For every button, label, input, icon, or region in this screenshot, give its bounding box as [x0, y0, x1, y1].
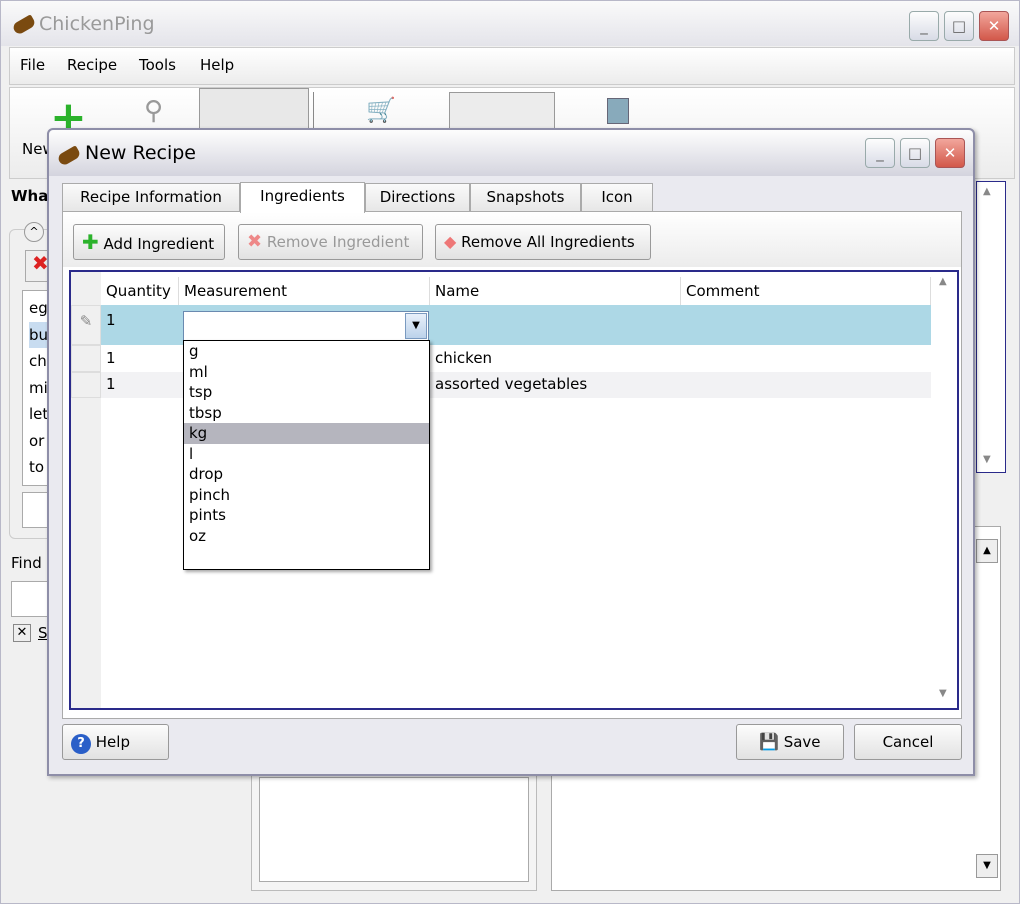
checkbox[interactable]: ✕: [13, 624, 31, 642]
main-title-bar: ChickenPing _ □ ✕: [1, 1, 1019, 46]
ingredients-toolbar: ✚ Add Ingredient ✖ Remove Ingredient ◆ R…: [63, 212, 961, 267]
tab-snapshots[interactable]: Snapshots: [470, 183, 581, 212]
option-pinch[interactable]: pinch: [184, 485, 429, 506]
option-g[interactable]: g: [184, 341, 429, 362]
ingredients-grid[interactable]: Quantity Measurement Name Comment ✎ 1 ▼ …: [69, 270, 959, 710]
toolbar-separator: [313, 92, 314, 132]
find-label: Find: [11, 554, 42, 572]
ingredients-tab-panel: ✚ Add Ingredient ✖ Remove Ingredient ◆ R…: [62, 211, 962, 719]
add-ingredient-label: Add Ingredient: [103, 235, 215, 253]
fridge-button[interactable]: [199, 88, 309, 133]
scroll-down-icon[interactable]: ▼: [939, 688, 947, 699]
menu-bar: File Recipe Tools Help: [9, 47, 1015, 85]
tab-recipe-information[interactable]: Recipe Information: [62, 183, 240, 212]
tab-icon[interactable]: Icon: [581, 183, 653, 212]
scroll-up-icon[interactable]: ▲: [983, 186, 991, 197]
measurement-dropdown-list[interactable]: g ml tsp tbsp kg l drop pinch pints oz: [183, 340, 430, 570]
dialog-minimize-button[interactable]: _: [865, 138, 895, 168]
help-button[interactable]: ? Help: [62, 724, 169, 760]
cell-quantity[interactable]: 1: [101, 375, 116, 393]
dialog-title: New Recipe: [85, 142, 196, 164]
collapse-icon[interactable]: ^: [24, 222, 44, 242]
weight-button[interactable]: [449, 92, 555, 133]
row-header[interactable]: [71, 345, 101, 372]
chicken-logo-icon: [56, 145, 82, 167]
app-title: ChickenPing: [39, 13, 155, 35]
scroll-down-icon[interactable]: ▼: [983, 454, 991, 465]
save-button[interactable]: 💾 Save: [736, 724, 844, 760]
dialog-title-bar: New Recipe _ □ ✕: [49, 130, 973, 176]
measurement-combobox[interactable]: ▼: [183, 311, 429, 341]
cell-quantity[interactable]: 1: [101, 349, 116, 367]
remove-all-label: Remove All Ingredients: [461, 233, 635, 251]
dialog-close-button[interactable]: ✕: [935, 138, 965, 168]
column-header-comment[interactable]: Comment: [681, 277, 931, 305]
cell-quantity[interactable]: 1: [101, 311, 116, 329]
row-header[interactable]: [71, 372, 101, 398]
column-header-quantity[interactable]: Quantity: [101, 277, 179, 305]
scroll-down-button[interactable]: ▼: [976, 854, 998, 878]
cell-name[interactable]: assorted vegetables: [430, 375, 587, 393]
right-top-panel: ▲ ▼: [976, 181, 1006, 473]
option-tsp[interactable]: tsp: [184, 382, 429, 403]
close-button[interactable]: ✕: [979, 11, 1009, 41]
grid-scrollbar[interactable]: ▲ ▼: [933, 272, 957, 708]
column-header-measurement[interactable]: Measurement: [179, 277, 430, 305]
tab-ingredients[interactable]: Ingredients: [240, 182, 365, 213]
floppy-disk-icon: 💾: [759, 732, 779, 751]
menu-help[interactable]: Help: [200, 56, 234, 74]
help-icon: ?: [71, 734, 91, 754]
dialog-maximize-button[interactable]: □: [900, 138, 930, 168]
table-row[interactable]: ✎ 1 ▼: [71, 305, 931, 345]
option-ml[interactable]: ml: [184, 362, 429, 383]
windows-icon[interactable]: [607, 98, 629, 124]
minimize-button[interactable]: _: [909, 11, 939, 41]
tab-directions[interactable]: Directions: [365, 183, 470, 212]
chevron-down-icon[interactable]: ▼: [405, 313, 427, 339]
remove-ingredient-label: Remove Ingredient: [266, 233, 410, 251]
option-pints[interactable]: pints: [184, 505, 429, 526]
menu-file[interactable]: File: [20, 56, 45, 74]
remove-ingredient-button[interactable]: ✖ Remove Ingredient: [238, 224, 423, 260]
cancel-button[interactable]: Cancel: [854, 724, 962, 760]
help-label: Help: [95, 733, 130, 751]
search-icon[interactable]: ⚲: [144, 96, 163, 126]
scroll-up-icon[interactable]: ▲: [939, 276, 947, 287]
cell-name[interactable]: chicken: [430, 349, 492, 367]
add-ingredient-button[interactable]: ✚ Add Ingredient: [73, 224, 225, 260]
column-header-name[interactable]: Name: [430, 277, 681, 305]
new-recipe-dialog: New Recipe _ □ ✕ Recipe Information Ingr…: [47, 128, 975, 776]
option-tbsp[interactable]: tbsp: [184, 403, 429, 424]
menu-recipe[interactable]: Recipe: [67, 56, 117, 74]
option-drop[interactable]: drop: [184, 464, 429, 485]
menu-tools[interactable]: Tools: [139, 56, 176, 74]
maximize-button[interactable]: □: [944, 11, 974, 41]
find-input[interactable]: [11, 581, 51, 617]
plus-icon: ✚: [82, 230, 99, 254]
scroll-up-button[interactable]: ▲: [976, 539, 998, 563]
pencil-icon: ✎: [71, 305, 101, 345]
save-label: Save: [783, 733, 821, 751]
chicken-logo-icon: [11, 14, 37, 36]
shopping-cart-icon[interactable]: 🛒: [366, 96, 396, 124]
image-box: [259, 777, 529, 882]
option-kg[interactable]: kg: [184, 423, 429, 444]
eraser-icon: ◆: [444, 232, 457, 251]
remove-icon: ✖: [247, 231, 263, 252]
left-heading: Wha: [11, 187, 49, 205]
option-l[interactable]: l: [184, 444, 429, 465]
remove-all-ingredients-button[interactable]: ◆ Remove All Ingredients: [435, 224, 651, 260]
option-oz[interactable]: oz: [184, 526, 429, 547]
